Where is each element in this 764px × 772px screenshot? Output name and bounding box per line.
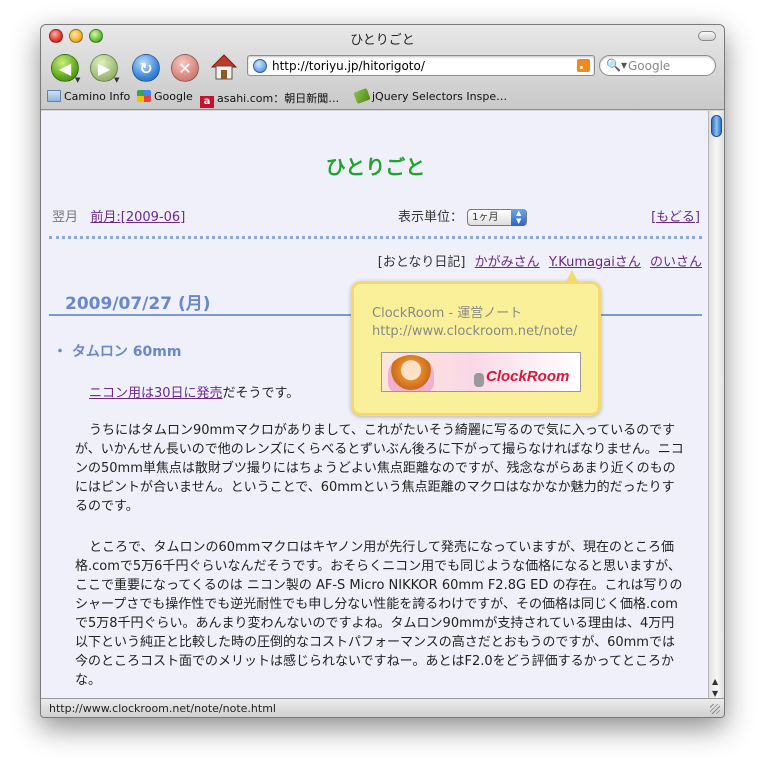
- neighbor-diaries-label: [おとなり日記]: [377, 255, 466, 270]
- resize-grip-icon[interactable]: [710, 704, 720, 714]
- page-content: ひとりごと 翌月 前月:[2009-06] 表示単位： 1ヶ月 ▲ ▼ [もどる] …: [41, 111, 710, 700]
- bookmark-google[interactable]: Google: [137, 90, 193, 103]
- stop-button[interactable]: ✕: [171, 54, 199, 82]
- bookmark-asahi[interactable]: a asahi.com：朝日新聞…: [200, 90, 339, 108]
- window-title: ひとりごと: [350, 33, 415, 48]
- forward-dropdown-icon[interactable]: ▼: [114, 76, 119, 84]
- entry-title-text: タムロン 60mm: [71, 344, 182, 360]
- bookmark-label: jQuery Selectors Inspe…: [372, 90, 508, 103]
- asahi-icon: a: [200, 96, 214, 108]
- reload-icon: ↻: [139, 59, 153, 78]
- site-title: ひとりごと: [325, 155, 426, 179]
- home-icon[interactable]: [209, 52, 239, 82]
- toolbar-area: ひとりごと ◀ ▼ ▶ ▼ ↻ ✕ http://toriyu.jp/hitor…: [41, 25, 724, 110]
- display-unit-select[interactable]: 1ヶ月 ▲ ▼: [467, 209, 528, 226]
- neighbor-link-kagami[interactable]: かがみさん: [475, 255, 540, 270]
- clockroom-banner: ClockRoom: [381, 352, 581, 392]
- back-link[interactable]: [もどる]: [651, 206, 700, 225]
- browser-window: ひとりごと ◀ ▼ ▶ ▼ ↻ ✕ http://toriyu.jp/hitor…: [40, 24, 725, 718]
- dotted-divider: [49, 236, 702, 239]
- link-preview-tooltip: ClockRoom - 運営ノート http://www.clockroom.n…: [351, 270, 601, 416]
- character-illustration: [388, 355, 434, 391]
- rss-icon[interactable]: [577, 59, 590, 72]
- bookmark-camino-info[interactable]: Camino Info: [47, 90, 130, 103]
- month-navigation: 翌月 前月:[2009-06] 表示単位： 1ヶ月 ▲ ▼ [もどる]: [52, 206, 700, 226]
- display-unit-label: 表示単位：: [398, 210, 464, 225]
- chevron-updown-icon: ▲ ▼: [511, 209, 527, 226]
- scroll-up-icon[interactable]: ▲: [712, 677, 718, 686]
- tooltip-url: http://www.clockroom.net/note/: [372, 324, 578, 339]
- entry-title: ・ タムロン 60mm: [53, 341, 181, 361]
- toolbar-toggle-button[interactable]: [698, 31, 716, 41]
- url-text[interactable]: http://toriyu.jp/hitorigoto/: [272, 59, 425, 73]
- bookmark-label: asahi.com：朝日新聞…: [217, 92, 340, 105]
- scroll-thumb[interactable]: [711, 115, 722, 137]
- back-dropdown-icon[interactable]: ▼: [75, 76, 80, 84]
- paragraph-2-text: うちにはタムロン90mmマクロがありまして、これがたいそう綺麗に写るので気に入っ…: [75, 423, 684, 514]
- tag-icon: [353, 87, 371, 105]
- reload-button[interactable]: ↻: [132, 54, 160, 82]
- status-text: http://www.clockroom.net/note/note.html: [49, 702, 276, 715]
- prev-month-link[interactable]: 前月:[2009-06]: [90, 210, 185, 225]
- banner-logo-text: ClockRoom: [486, 368, 570, 385]
- bookmark-jquery[interactable]: jQuery Selectors Inspe…: [353, 87, 508, 105]
- bunny-icon: [474, 373, 484, 387]
- folder-icon: [47, 90, 61, 102]
- paragraph-3: ところで、タムロンの60mmマクロはキヤノン用が先行して発売になっていますが、現…: [75, 538, 685, 690]
- status-bar: http://www.clockroom.net/note/note.html: [41, 698, 724, 717]
- entry-date: 2009/07/27 (月): [65, 294, 211, 314]
- next-month-label: 翌月: [52, 210, 79, 225]
- paragraph-3-text: ところで、タムロンの60mmマクロはキヤノン用が先行して発売になっていますが、現…: [75, 540, 683, 688]
- globe-icon: [253, 59, 267, 73]
- bookmark-label: Google: [154, 90, 193, 103]
- bookmarks-bar: Camino Info Google a asahi.com：朝日新聞… jQue…: [41, 87, 724, 108]
- display-unit-value: 1ヶ月: [472, 212, 499, 223]
- display-unit: 表示単位： 1ヶ月 ▲ ▼: [398, 206, 528, 226]
- neighbor-link-noi[interactable]: のいさん: [650, 255, 702, 270]
- url-bar[interactable]: http://toriyu.jp/hitorigoto/: [247, 55, 595, 76]
- bullet: ・: [53, 344, 67, 360]
- bookmark-label: Camino Info: [64, 90, 131, 103]
- paragraph-1-text: だそうです。: [222, 386, 300, 401]
- neighbor-link-kumagai[interactable]: Y.Kumagaiさん: [549, 255, 641, 270]
- google-icon: [137, 90, 151, 102]
- neighbor-diaries: [おとなり日記] かがみさん Y.Kumagaiさん のいさん: [378, 251, 702, 270]
- search-icon[interactable]: 🔍▾: [606, 58, 627, 72]
- scroll-down-icon[interactable]: ▼: [712, 689, 718, 698]
- paragraph-2: うちにはタムロン90mmマクロがありまして、これがたいそう綺麗に写るので気に入っ…: [75, 421, 685, 516]
- tooltip-title: ClockRoom - 運営ノート: [372, 306, 523, 321]
- vertical-scrollbar[interactable]: ▲ ▼: [708, 111, 724, 700]
- nikon-release-link[interactable]: ニコン用は30日に発売: [89, 386, 223, 401]
- search-field[interactable]: 🔍▾ Google: [599, 55, 716, 76]
- arrow-left-icon: ◀: [58, 59, 72, 78]
- close-icon: ✕: [178, 59, 192, 78]
- search-placeholder: Google: [628, 59, 671, 73]
- arrow-right-icon: ▶: [97, 59, 111, 78]
